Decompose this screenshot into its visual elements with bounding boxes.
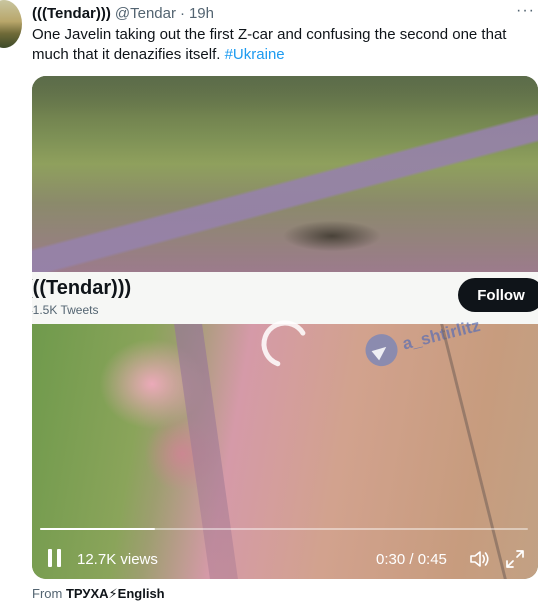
media-source: From ТРУХА⚡English [32,586,165,602]
tweet-header: (((Tendar))) @Tendar · 19h [32,3,214,23]
source-account-link[interactable]: ТРУХА⚡English [66,586,165,601]
tweet-text: One Javelin taking out the first Z-car a… [32,25,532,65]
tweet-timestamp[interactable]: 19h [189,5,214,22]
video-player[interactable]: (((Tendar))) 41.5K Tweets Follow a_shtir… [32,76,538,579]
pause-icon[interactable] [48,549,62,567]
video-progress-fill [40,528,155,530]
video-frame-bottom: a_shtirlitz [32,316,538,579]
fullscreen-icon[interactable] [504,548,526,570]
video-frame-top [32,76,538,272]
display-name[interactable]: (((Tendar))) [32,5,111,22]
separator-dot: · [179,4,185,22]
avatar[interactable] [0,0,22,48]
video-timecode: 0:30 / 0:45 [376,551,447,568]
loading-spinner [261,320,309,368]
view-count: 12.7K views [77,551,158,568]
watermark-text: a_shtirlitz [400,315,483,354]
volume-icon[interactable] [468,548,490,570]
video-progress-bar[interactable] [40,528,528,530]
profile-card-name[interactable]: (((Tendar))) [32,277,131,300]
telegram-icon [362,330,401,370]
user-handle[interactable]: @Tendar [115,5,176,22]
profile-card-tweet-count: 41.5K Tweets [32,303,99,317]
hashtag-link[interactable]: #Ukraine [225,46,285,63]
source-prefix: From [32,586,66,601]
more-icon[interactable]: ··· [516,2,535,20]
